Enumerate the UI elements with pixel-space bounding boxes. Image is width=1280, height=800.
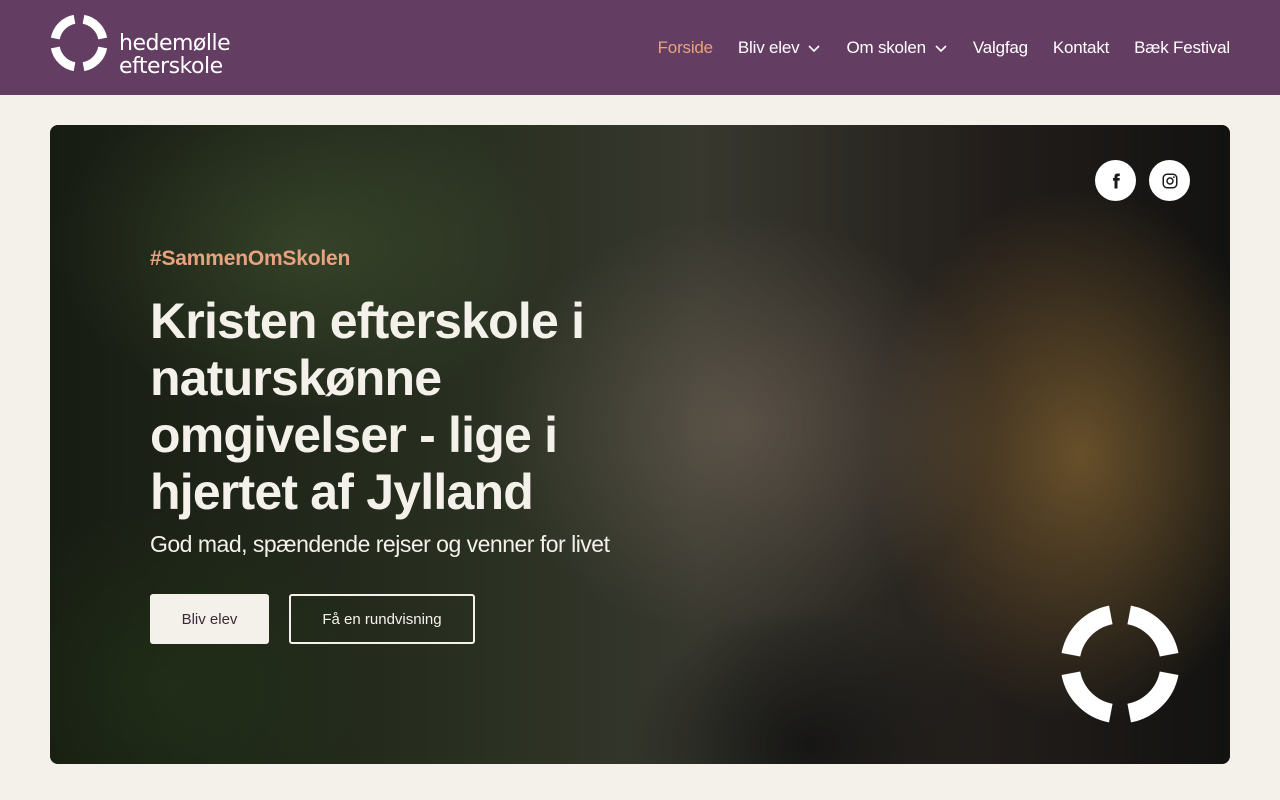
hashtag-text: #SammenOmSkolen bbox=[150, 247, 350, 271]
instagram-link[interactable] bbox=[1149, 160, 1190, 201]
site-logo[interactable]: hedemølle efterskole bbox=[50, 14, 280, 82]
logo-line-2: efterskole bbox=[119, 54, 223, 79]
social-links bbox=[1095, 160, 1190, 201]
nav-item-om-skolen[interactable]: Om skolen bbox=[846, 38, 947, 58]
hero-banner: #SammenOmSkolen Kristen efterskole i nat… bbox=[50, 125, 1230, 764]
nav-item-label: Bæk Festival bbox=[1134, 37, 1230, 57]
ring-logo-icon bbox=[50, 14, 108, 72]
bliv-elev-button[interactable]: Bliv elev bbox=[150, 594, 269, 644]
logo-line-1: hedemølle bbox=[119, 31, 231, 56]
chevron-down-icon bbox=[935, 44, 947, 52]
nav-item-baek-festival[interactable]: Bæk Festival bbox=[1134, 38, 1230, 58]
site-header: hedemølle efterskole Forside Bliv elev O… bbox=[0, 0, 1280, 95]
main-nav: Forside Bliv elev Om skolen Valgfag Kont… bbox=[658, 0, 1231, 95]
hero-headline: Kristen efterskole i naturskønne omgivel… bbox=[150, 293, 585, 520]
nav-item-label: Valgfag bbox=[972, 37, 1028, 57]
logo-wordmark: hedemølle efterskole bbox=[119, 31, 231, 79]
hashtag-label: SammenOmSkolen bbox=[161, 247, 351, 270]
nav-item-label: Forside bbox=[657, 37, 713, 57]
nav-item-label: Om skolen bbox=[846, 37, 926, 57]
nav-item-bliv-elev[interactable]: Bliv elev bbox=[738, 38, 822, 58]
nav-item-forside[interactable]: Forside bbox=[658, 38, 713, 58]
hero-subline: God mad, spændende rejser og venner for … bbox=[150, 531, 610, 557]
facebook-icon bbox=[1112, 173, 1120, 188]
nav-item-label: Bliv elev bbox=[737, 37, 800, 57]
instagram-icon bbox=[1162, 173, 1177, 188]
hashtag-symbol: # bbox=[150, 247, 162, 270]
nav-item-valgfag[interactable]: Valgfag bbox=[973, 38, 1028, 58]
nav-item-kontakt[interactable]: Kontakt bbox=[1053, 38, 1109, 58]
rundvisning-button[interactable]: Få en rundvisning bbox=[289, 594, 475, 644]
chevron-down-icon bbox=[808, 44, 821, 52]
facebook-link[interactable] bbox=[1095, 160, 1136, 201]
ring-logo-icon bbox=[1061, 605, 1179, 723]
nav-item-label: Kontakt bbox=[1052, 37, 1110, 57]
